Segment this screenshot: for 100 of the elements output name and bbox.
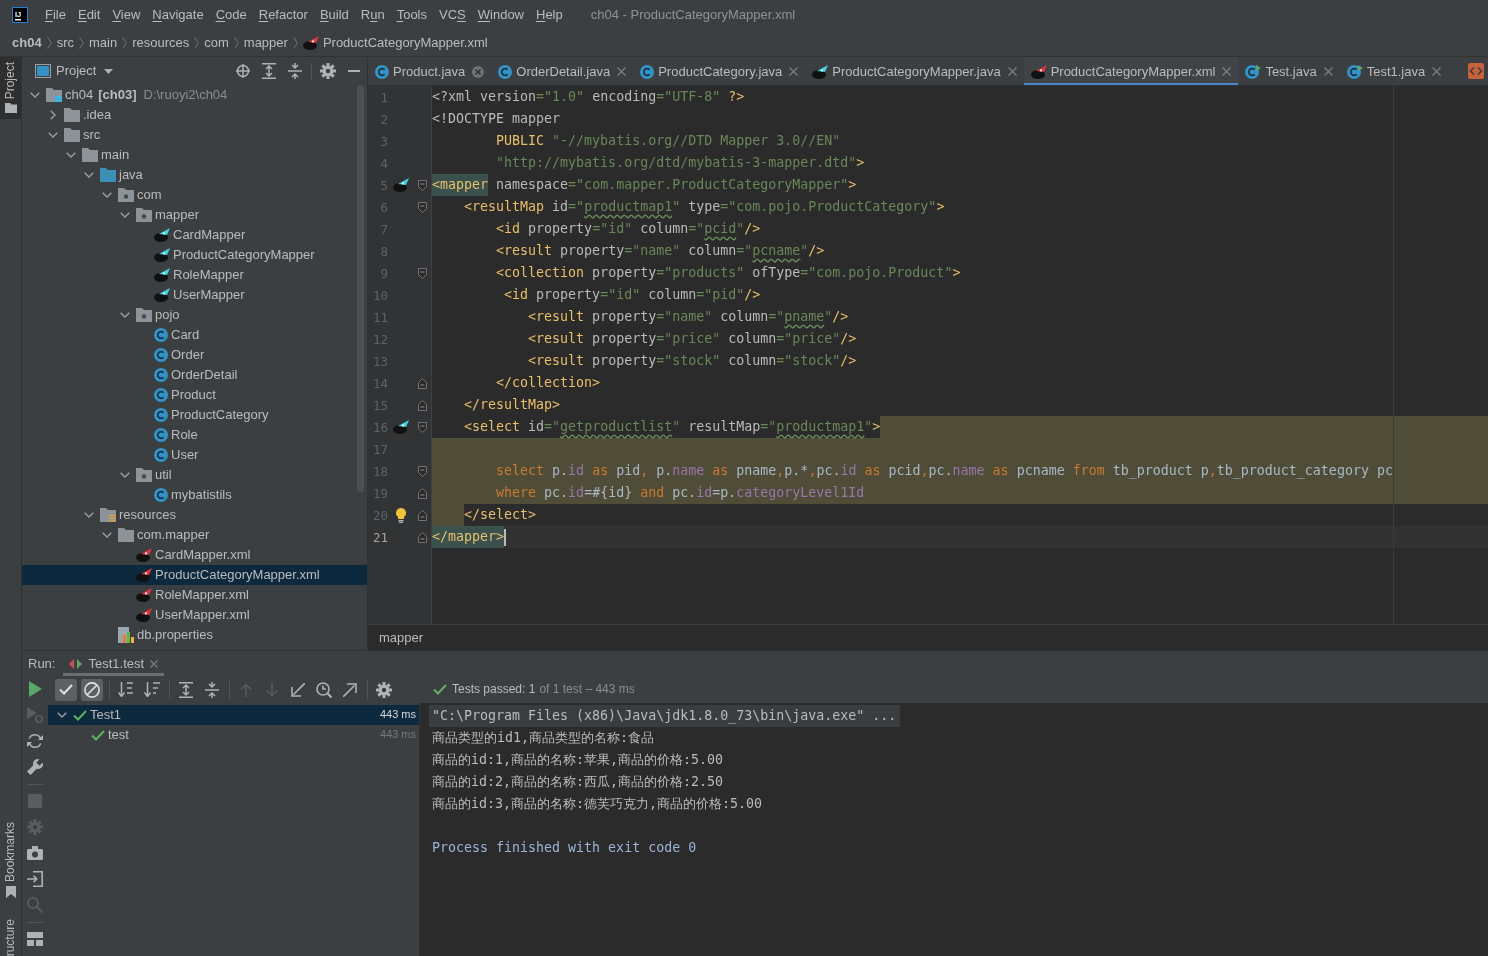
settings-icon[interactable] <box>320 63 336 79</box>
tool-window-tab[interactable]: ructure <box>0 913 21 956</box>
tree-item[interactable]: Product <box>154 387 216 403</box>
menu-item[interactable]: Window <box>471 6 530 23</box>
menu-item[interactable]: Edit <box>71 6 107 23</box>
code-file-icon[interactable] <box>1468 63 1484 79</box>
close-icon[interactable] <box>1432 67 1442 76</box>
editor-tab[interactable]: Test.java <box>1238 57 1340 85</box>
breadcrumb-item[interactable]: ch04 <box>12 34 42 51</box>
tree-item[interactable]: Order <box>154 347 205 363</box>
menu-item[interactable]: Help <box>530 6 569 23</box>
collapse-all-icon[interactable] <box>288 63 302 79</box>
menu-item[interactable]: Code <box>209 6 253 23</box>
exit-button[interactable] <box>24 868 46 890</box>
close-icon[interactable] <box>617 67 627 76</box>
tree-item[interactable]: Card <box>154 327 200 343</box>
fold-icon[interactable] <box>418 487 427 499</box>
breadcrumb-item[interactable]: ProductCategoryMapper.xml <box>302 34 488 51</box>
tree-item[interactable]: ProductCategoryMapper.xml <box>136 567 320 583</box>
tree-item[interactable]: com.mapper <box>118 527 210 543</box>
editor-tab[interactable]: OrderDetail.java <box>491 57 634 85</box>
editor-tab[interactable]: Product.java <box>368 57 492 85</box>
fold-icon[interactable] <box>418 267 427 279</box>
menu-item[interactable]: File <box>39 6 72 23</box>
close-icon[interactable] <box>1222 67 1232 76</box>
tree-item[interactable]: java <box>100 167 143 183</box>
crosshair-icon[interactable] <box>236 64 250 78</box>
chevron-down-icon[interactable] <box>84 172 94 178</box>
tree-item[interactable]: Role <box>154 427 198 443</box>
fold-icon[interactable] <box>418 465 427 477</box>
menu-item[interactable]: VCS <box>433 6 472 23</box>
chevron-down-icon[interactable] <box>120 472 130 478</box>
tree-item[interactable]: CardMapper.xml <box>136 547 251 563</box>
tree-item[interactable]: com <box>118 187 162 203</box>
close-icon[interactable] <box>472 65 485 78</box>
wrench-button[interactable] <box>24 756 46 778</box>
editor-tab[interactable]: ProductCategoryMapper.java <box>805 57 1024 85</box>
fold-icon[interactable] <box>418 377 427 389</box>
tree-item[interactable]: main <box>82 147 130 163</box>
chevron-down-icon[interactable] <box>84 512 94 518</box>
bird-icon[interactable] <box>393 178 409 192</box>
tree-item[interactable]: User <box>154 447 199 463</box>
fold-icon[interactable] <box>418 179 427 191</box>
editor-tab[interactable]: ProductCategory.java <box>633 57 806 85</box>
tree-item[interactable]: OrderDetail <box>154 367 238 383</box>
fold-icon[interactable] <box>418 201 427 213</box>
chevron-down-icon[interactable] <box>48 132 58 138</box>
breadcrumb-item[interactable]: main <box>89 34 118 51</box>
show-passed-button[interactable] <box>55 678 77 701</box>
show-ignored-button[interactable] <box>81 678 103 701</box>
tree-item[interactable]: RoleMapper <box>154 267 244 283</box>
menu-item[interactable]: Navigate <box>146 6 210 23</box>
menu-item[interactable]: View <box>106 6 147 23</box>
chevron-down-icon[interactable] <box>30 92 40 98</box>
menu-item[interactable]: Run <box>354 6 391 23</box>
menu-item[interactable]: Tools <box>390 6 433 23</box>
lightbulb-icon[interactable] <box>396 507 406 523</box>
tree-item[interactable]: db.properties <box>118 627 213 643</box>
breadcrumb-item[interactable]: resources <box>132 34 190 51</box>
test-item[interactable]: test <box>91 727 129 743</box>
view-dropdown[interactable]: Project <box>56 63 114 79</box>
tree-item[interactable]: ProductCategoryMapper <box>154 247 315 263</box>
tree-item[interactable]: ProductCategory <box>154 407 269 423</box>
chevron-right-icon[interactable] <box>50 110 56 120</box>
chevron-down-icon[interactable] <box>66 152 76 158</box>
tree-item[interactable]: RoleMapper.xml <box>136 587 249 603</box>
tree-item[interactable]: CardMapper <box>154 227 246 243</box>
run-tab[interactable]: Test1.test <box>63 651 165 676</box>
fold-icon[interactable] <box>418 531 427 543</box>
tree-item[interactable]: mapper <box>136 207 200 223</box>
fold-icon[interactable] <box>418 399 427 411</box>
chevron-down-icon[interactable] <box>102 532 112 538</box>
close-icon[interactable] <box>150 659 159 668</box>
tree-item[interactable]: src <box>64 127 101 143</box>
test-item[interactable]: Test1 <box>73 707 122 723</box>
breadcrumb-item[interactable]: mapper <box>379 629 424 646</box>
breadcrumb-item[interactable]: com <box>204 34 229 51</box>
menu-item[interactable]: Refactor <box>252 6 314 23</box>
tree-item[interactable]: .idea <box>64 107 112 123</box>
chevron-down-icon[interactable] <box>120 312 130 318</box>
tree-item[interactable]: ch04 [ch03] D:\ruoyi2\ch04 <box>46 87 228 103</box>
close-icon[interactable] <box>1323 67 1333 76</box>
chevron-down-icon[interactable] <box>120 212 130 218</box>
menu-item[interactable]: Build <box>313 6 355 23</box>
fold-icon[interactable] <box>418 509 427 521</box>
chevron-down-icon[interactable] <box>102 192 112 198</box>
tool-window-tab[interactable]: Project <box>0 57 21 120</box>
close-icon[interactable] <box>789 67 799 76</box>
bird-icon[interactable] <box>393 420 409 434</box>
tree-item[interactable]: pojo <box>136 307 180 323</box>
editor-tab[interactable]: ProductCategoryMapper.xml <box>1023 57 1239 85</box>
tree-item[interactable]: UserMapper <box>154 287 245 303</box>
editor-tab[interactable]: Test1.java <box>1339 57 1449 85</box>
close-icon[interactable] <box>1007 67 1017 76</box>
tool-window-tab[interactable]: Bookmarks <box>0 816 21 904</box>
tree-item[interactable]: mybatistils <box>154 487 232 503</box>
fold-icon[interactable] <box>418 421 427 433</box>
tree-item[interactable]: resources <box>100 507 177 523</box>
chevron-down-icon[interactable] <box>57 712 67 718</box>
tree-item[interactable]: util <box>136 467 172 483</box>
